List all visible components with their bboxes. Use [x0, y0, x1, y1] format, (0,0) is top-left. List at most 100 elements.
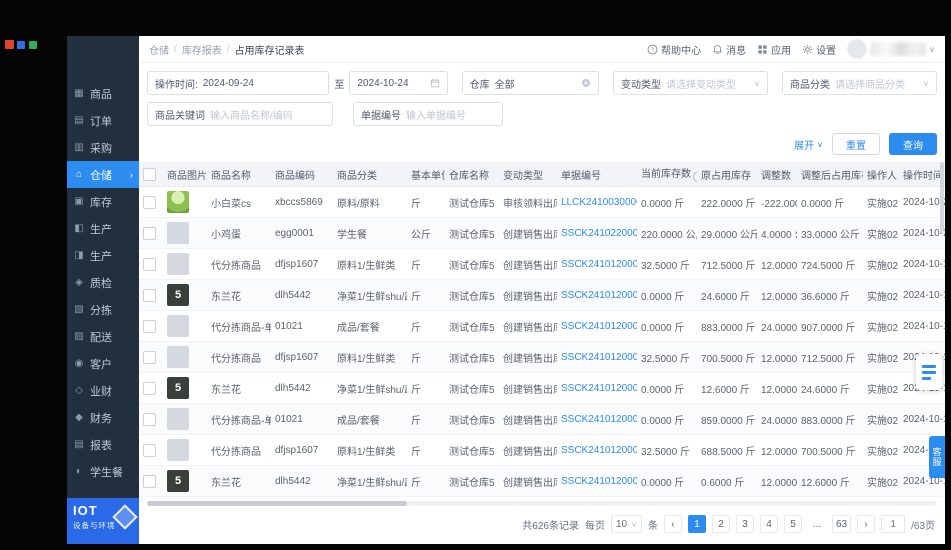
- expand-toggle[interactable]: 展开 ∨: [794, 137, 823, 152]
- column-header-image: 商品图片: [163, 162, 207, 187]
- table-row[interactable]: 5 东兰花 dlh5442 净菜1/生鲜shu/蔬菜... 斤 测试仓库5 创建…: [139, 279, 945, 311]
- chevron-down-icon: ∨: [754, 78, 760, 88]
- doc-number-link[interactable]: SSCK24101200003: [561, 321, 637, 332]
- doc-number-link[interactable]: LLCK24100300001: [561, 197, 637, 208]
- user-account-menu[interactable]: ∨: [847, 39, 935, 59]
- row-checkbox[interactable]: [143, 412, 156, 426]
- row-checkbox[interactable]: [143, 443, 156, 457]
- horizontal-scrollbar[interactable]: [147, 501, 937, 506]
- date-to-input[interactable]: 2024-10-24: [349, 71, 448, 95]
- table-row[interactable]: 代分拣商品-单位换算 01021 成品/套餐 斤 测试仓库5 创建销售出库 SS…: [139, 403, 945, 435]
- support-widget[interactable]: [916, 354, 942, 390]
- page-button-2[interactable]: 2: [711, 515, 730, 533]
- cell-product-name: 小白菜cs: [207, 186, 271, 218]
- sidebar-item-finance[interactable]: ◆ 财务 ›: [67, 404, 139, 431]
- doc-number-link[interactable]: SSCK24101200002: [561, 445, 637, 456]
- row-checkbox[interactable]: [143, 288, 156, 302]
- page-button-5[interactable]: 5: [783, 515, 802, 533]
- table-row[interactable]: 代分拣商品-单位换算 01021 成品/套餐 斤 测试仓库5 创建销售出库 SS…: [139, 310, 945, 342]
- sidebar-item-quality[interactable]: ◈ 质检 ›: [67, 269, 139, 296]
- sidebar-item-business-finance[interactable]: ◇ 业财 ›: [67, 377, 139, 404]
- doc-number-input[interactable]: 单据编号 输入单据编号: [353, 102, 503, 126]
- breadcrumb-item[interactable]: 仓储: [149, 42, 169, 57]
- row-checkbox[interactable]: [143, 474, 156, 488]
- iot-logo-box[interactable]: IOT 设备与环境: [67, 498, 139, 544]
- sidebar-item-production-1[interactable]: ◧ 生产 ›: [67, 215, 139, 242]
- doc-number-link[interactable]: SSCK24101200003: [561, 290, 637, 301]
- apps-button[interactable]: 应用: [757, 42, 791, 57]
- horizontal-scrollbar-thumb[interactable]: [147, 501, 407, 506]
- warehouse-select[interactable]: 仓库 全部: [461, 71, 599, 95]
- contact-support-tab[interactable]: 客服: [929, 436, 945, 478]
- column-header-adjust: 调整数: [757, 162, 797, 187]
- doc-number-link[interactable]: SSCK24102200001: [561, 228, 637, 239]
- table-row[interactable]: 代分拣商品 dfjsp1607 原料1/生鲜类 斤 测试仓库5 创建销售出库 S…: [139, 341, 945, 373]
- clear-icon[interactable]: [581, 78, 591, 88]
- info-icon[interactable]: i: [693, 170, 697, 183]
- topbar-actions: ? 帮助中心 消息 应用 设置 ∨: [647, 39, 935, 59]
- page-button-3[interactable]: 3: [735, 515, 754, 533]
- sidebar-item-orders[interactable]: ▤ 订单 ›: [67, 107, 139, 134]
- sidebar-item-goods[interactable]: ▦ 商品 ›: [67, 80, 139, 107]
- row-checkbox[interactable]: [143, 195, 156, 209]
- settings-button[interactable]: 设置: [802, 42, 836, 57]
- sidebar-item-customers[interactable]: ◉ 客户 ›: [67, 350, 139, 377]
- table-row[interactable]: 代分拣商品 dfjsp1607 原料1/生鲜类 斤 测试仓库5 创建销售出库 S…: [139, 434, 945, 466]
- cell-warehouse: 测试仓库5: [445, 217, 499, 249]
- cell-change-type: 审核领料出库: [499, 186, 557, 218]
- select-all-checkbox[interactable]: [143, 167, 156, 181]
- row-checkbox[interactable]: [143, 350, 156, 364]
- vertical-scrollbar[interactable]: [940, 162, 944, 462]
- column-header-before: 原占用库存: [697, 162, 757, 187]
- cell-adjust: 12.0000 斤: [757, 434, 797, 466]
- sidebar-item-student-meals[interactable]: ◐ 学生餐 ›: [67, 458, 139, 485]
- cell-product-code: egg0001: [271, 217, 333, 249]
- row-checkbox[interactable]: [143, 381, 156, 395]
- sidebar-item-purchase[interactable]: ▥ 采购 ›: [67, 134, 139, 161]
- cell-adjust: 12.0000 斤: [757, 465, 797, 497]
- page-button-63[interactable]: 63: [831, 515, 852, 533]
- row-checkbox[interactable]: [143, 226, 156, 240]
- next-page-button[interactable]: ›: [857, 515, 876, 533]
- messages-button[interactable]: 消息: [712, 42, 746, 57]
- doc-number-link[interactable]: SSCK24101200002: [561, 414, 637, 425]
- doc-number-link[interactable]: SSCK24101200003: [561, 352, 637, 363]
- page-button-4[interactable]: 4: [759, 515, 778, 533]
- sidebar-item-reports[interactable]: ▤ 报表 ›: [67, 431, 139, 458]
- reset-button[interactable]: 重置: [832, 133, 880, 155]
- inventory-icon: ▣: [74, 196, 84, 207]
- doc-number-link[interactable]: SSCK24101200004: [561, 259, 637, 270]
- doc-number-link[interactable]: SSCK24101200001: [561, 476, 637, 487]
- sidebar-item-production-2[interactable]: ◨ 生产 ›: [67, 242, 139, 269]
- doc-number-link[interactable]: SSCK24101200002: [561, 383, 637, 394]
- sidebar-item-delivery[interactable]: ▨ 配送 ›: [67, 323, 139, 350]
- cell-after-occupied: 36.6000 斤: [797, 279, 863, 311]
- sidebar-item-sorting[interactable]: ▧ 分拣 ›: [67, 296, 139, 323]
- row-checkbox[interactable]: [143, 257, 156, 271]
- date-from-input[interactable]: 操作时间: 2024-09-24: [147, 71, 330, 95]
- change-type-select[interactable]: 变动类型 请选择变动类型 ∨: [613, 71, 768, 95]
- table-row[interactable]: 5 东兰花 dlh5442 净菜1/生鲜shu/蔬菜... 斤 测试仓库5 创建…: [139, 372, 945, 404]
- row-checkbox[interactable]: [143, 319, 156, 333]
- inventory-record-table: 商品图片商品名称商品编码商品分类基本单位仓库名称变动类型单据编号当前库存数i原占…: [139, 162, 945, 497]
- vertical-scrollbar-thumb[interactable]: [940, 162, 944, 232]
- table-row[interactable]: 代分拣商品 dfjsp1607 原料1/生鲜类 斤 测试仓库5 创建销售出库 S…: [139, 248, 945, 280]
- sidebar-item-warehouse[interactable]: ⌂ 仓储 ›: [67, 161, 139, 188]
- cell-operator: 实施02: [863, 434, 899, 466]
- per-page-select[interactable]: 10 ∨: [610, 515, 642, 533]
- cell-after-occupied: 12.6000 斤: [797, 465, 863, 497]
- bell-icon: [713, 44, 723, 54]
- search-button[interactable]: 查询: [889, 133, 937, 155]
- breadcrumb-item[interactable]: 库存报表: [182, 42, 222, 57]
- category-select[interactable]: 商品分类 请选择商品分类 ∨: [782, 71, 937, 95]
- sidebar-item-inventory[interactable]: ▣ 库存 ›: [67, 188, 139, 215]
- table-row[interactable]: 小鸡蛋 egg0001 学生餐 公斤 测试仓库5 创建销售出库 SSCK2410…: [139, 217, 945, 249]
- cell-change-type: 创建销售出库: [499, 372, 557, 404]
- keyword-input[interactable]: 商品关键词 输入商品名称/编码: [147, 102, 333, 126]
- help-center-button[interactable]: ? 帮助中心: [647, 42, 701, 57]
- prev-page-button[interactable]: ‹: [663, 515, 682, 533]
- table-row[interactable]: 小白菜cs xbccs5869 原料/原料 斤 测试仓库5 审核领料出库 LLC…: [139, 186, 945, 218]
- page-button-1[interactable]: 1: [687, 515, 706, 533]
- page-jump-input[interactable]: 1: [881, 515, 906, 533]
- table-row[interactable]: 5 东兰花 dlh5442 净菜1/生鲜shu/蔬菜... 斤 测试仓库5 创建…: [139, 465, 945, 497]
